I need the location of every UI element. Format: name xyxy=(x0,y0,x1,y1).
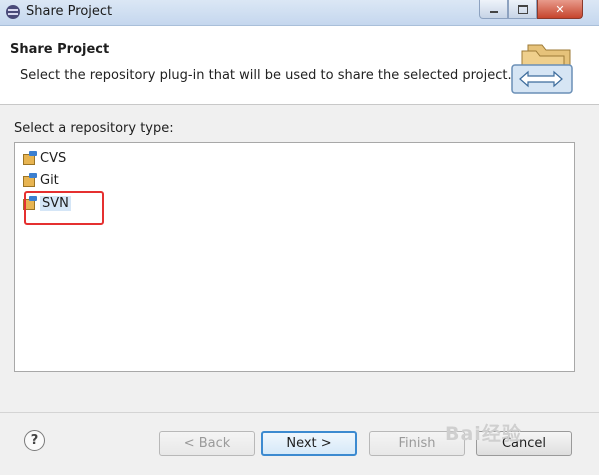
back-button[interactable]: < Back xyxy=(159,431,255,456)
svn-highlight-box xyxy=(24,191,104,225)
page-description: Select the repository plug-in that will … xyxy=(20,68,512,83)
share-folder-icon xyxy=(511,44,573,94)
minimize-button[interactable] xyxy=(479,0,508,19)
eclipse-app-icon xyxy=(6,5,20,19)
repository-type-label: Select a repository type: xyxy=(14,121,174,136)
list-item-label: Git xyxy=(40,172,59,188)
close-icon: ✕ xyxy=(555,2,565,16)
repository-plugin-icon xyxy=(23,173,37,187)
repository-type-list[interactable]: CVS Git SVN xyxy=(14,142,575,372)
next-button[interactable]: Next > xyxy=(261,431,357,456)
list-item-git[interactable]: Git xyxy=(23,171,59,189)
list-item-label: CVS xyxy=(40,150,67,166)
footer-divider xyxy=(0,412,599,413)
close-button[interactable]: ✕ xyxy=(537,0,583,19)
list-item-cvs[interactable]: CVS xyxy=(23,149,66,167)
minimize-icon xyxy=(489,11,498,13)
window-titlebar[interactable]: Share Project ✕ xyxy=(0,0,599,26)
window-title: Share Project xyxy=(26,4,113,19)
page-title: Share Project xyxy=(10,42,110,57)
maximize-button[interactable] xyxy=(508,0,537,19)
maximize-icon xyxy=(517,4,528,14)
help-button[interactable]: ? xyxy=(24,430,45,451)
help-icon: ? xyxy=(30,433,39,448)
watermark-logo: Bai经验 xyxy=(445,423,522,445)
window-controls: ✕ xyxy=(479,0,583,19)
repository-plugin-icon xyxy=(23,151,37,165)
wizard-header: Share Project Select the repository plug… xyxy=(0,26,599,105)
